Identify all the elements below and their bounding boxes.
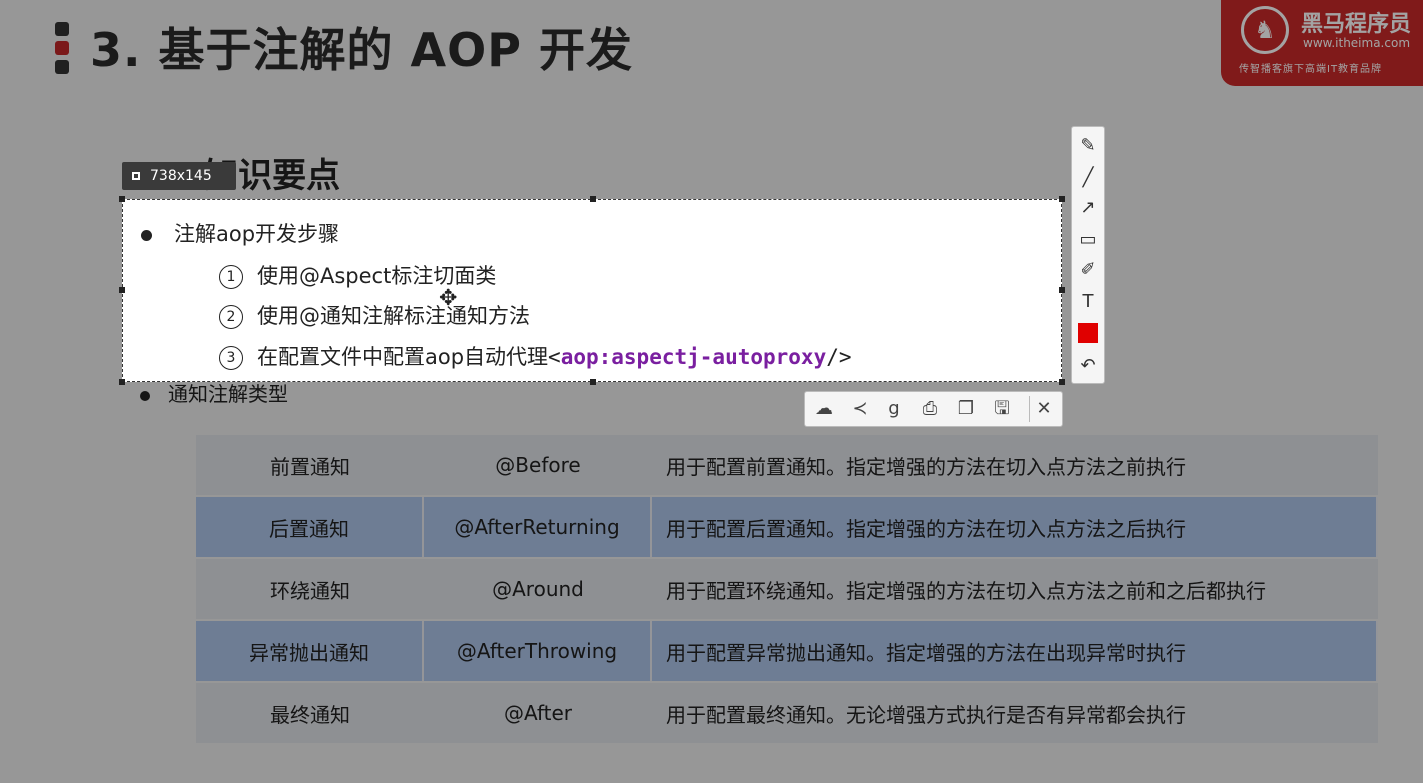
step-number: 2: [219, 305, 243, 329]
resize-handle-w[interactable]: [119, 287, 125, 293]
google-search-icon[interactable]: g: [881, 396, 907, 422]
bullet-steps: 注解aop开发步骤: [141, 218, 339, 248]
move-cursor-icon: ✥: [439, 286, 458, 311]
share-icon[interactable]: ≺: [847, 396, 873, 422]
bullet-dot: [141, 229, 152, 241]
resize-icon: [132, 172, 140, 180]
print-icon[interactable]: ⎙: [917, 396, 943, 422]
pencil-icon[interactable]: ✎: [1075, 133, 1101, 159]
resize-handle-ne[interactable]: [1059, 196, 1065, 202]
line-icon[interactable]: ╱: [1075, 165, 1101, 191]
step-number: 1: [219, 265, 243, 289]
toolbar-separator: [1029, 396, 1030, 422]
step-number: 3: [219, 346, 243, 370]
rectangle-icon[interactable]: ▭: [1075, 227, 1101, 253]
copy-icon[interactable]: ❐: [953, 396, 979, 422]
resize-handle-e[interactable]: [1059, 287, 1065, 293]
text-icon[interactable]: T: [1075, 289, 1101, 315]
step-3: 3 在配置文件中配置aop自动代理<aop:aspectj-autoproxy/>: [219, 341, 852, 371]
drawing-toolbar: ✎ ╱ ↗ ▭ ✐ T ↶: [1071, 126, 1105, 384]
color-picker-swatch[interactable]: [1078, 323, 1098, 343]
arrow-icon[interactable]: ↗: [1075, 195, 1101, 221]
screenshot-dim-overlay[interactable]: [0, 0, 1423, 783]
config-code: <aop:aspectj-autoproxy/>: [548, 345, 852, 369]
capture-action-toolbar: ☁ ≺ g ⎙ ❐ 🖫 ✕: [804, 391, 1063, 427]
close-icon[interactable]: ✕: [1031, 396, 1057, 422]
selection-size-badge: 738x145: [122, 162, 236, 190]
cloud-upload-icon[interactable]: ☁: [811, 396, 837, 422]
step-2: 2 使用@通知注解标注通知方法: [219, 300, 530, 330]
highlighter-icon[interactable]: ✐: [1075, 257, 1101, 283]
resize-handle-sw[interactable]: [119, 379, 125, 385]
resize-handle-s[interactable]: [590, 379, 596, 385]
resize-handle-nw[interactable]: [119, 196, 125, 202]
undo-icon[interactable]: ↶: [1075, 353, 1101, 379]
save-icon[interactable]: 🖫: [989, 396, 1015, 422]
resize-handle-se[interactable]: [1059, 379, 1065, 385]
resize-handle-n[interactable]: [590, 196, 596, 202]
capture-selection-area[interactable]: 注解aop开发步骤 1 使用@Aspect标注切面类 2 使用@通知注解标注通知方法…: [119, 196, 1065, 385]
